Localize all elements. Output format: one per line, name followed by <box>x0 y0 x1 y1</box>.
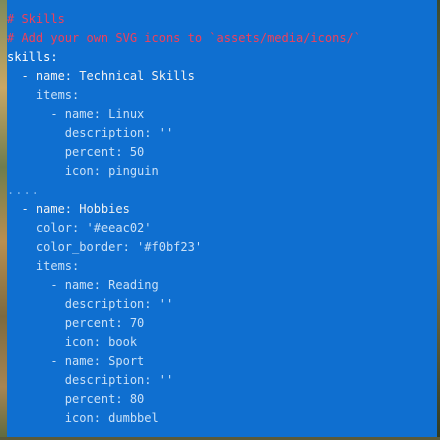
code-line: items: <box>7 88 80 102</box>
code-line: - name: Hobbies <box>7 202 130 216</box>
code-line: items: <box>7 259 80 273</box>
code-line: icon: dumbbel <box>7 411 159 425</box>
folded-lines-marker[interactable]: .... <box>7 181 437 200</box>
code-line: percent: 80 <box>7 392 145 406</box>
code-line: - name: Reading <box>7 278 159 292</box>
code-line: skills: <box>7 50 58 64</box>
code-line: description: '' <box>7 297 174 311</box>
code-line: - name: Technical Skills <box>7 69 195 83</box>
code-line: icon: pinguin <box>7 164 159 178</box>
code-line: - name: Sport <box>7 354 145 368</box>
code-line: percent: 50 <box>7 145 145 159</box>
desktop-wallpaper-edge <box>0 0 7 440</box>
code-line: description: '' <box>7 373 174 387</box>
code-line: color: '#eeac02' <box>7 221 152 235</box>
code-line: description: '' <box>7 126 174 140</box>
code-line: # Add your own SVG icons to `assets/medi… <box>7 31 362 45</box>
code-line: color_border: '#f0bf23' <box>7 240 203 254</box>
code-line: - name: Linux <box>7 107 145 121</box>
code-line: percent: 70 <box>7 316 145 330</box>
text-editor[interactable]: # Skills # Add your own SVG icons to `as… <box>7 10 437 437</box>
code-line: icon: book <box>7 335 138 349</box>
code-line: # Skills <box>7 12 65 26</box>
